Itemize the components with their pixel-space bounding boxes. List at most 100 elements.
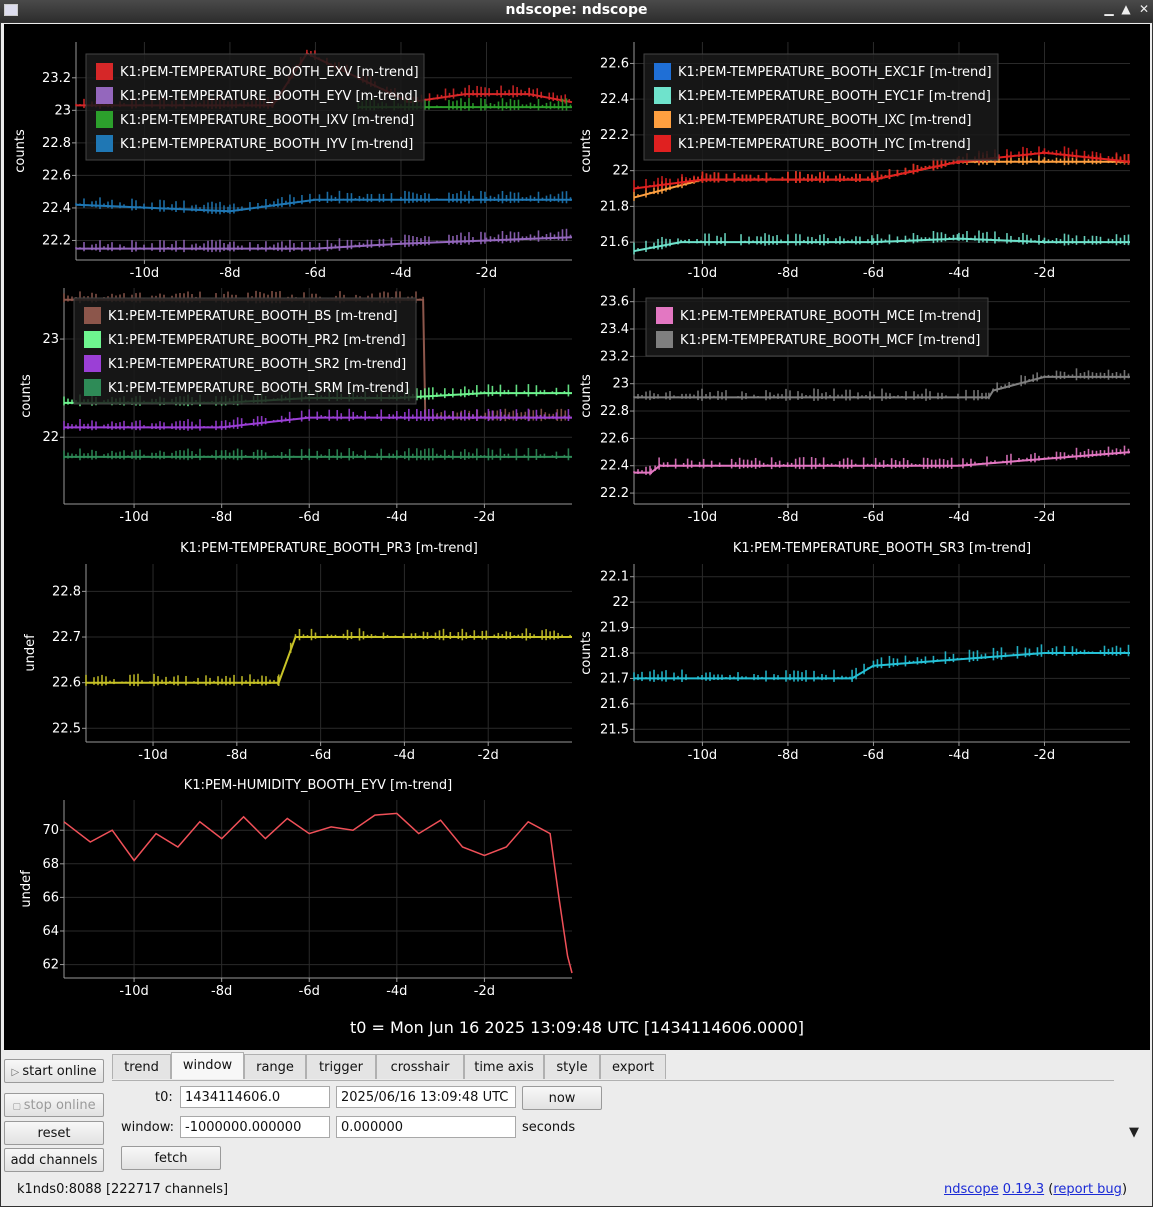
legend-label: K1:PEM-TEMPERATURE_BOOTH_IYC [m-trend] — [678, 137, 971, 152]
y-tick-label: 22.8 — [600, 404, 629, 419]
version-link[interactable]: 0.19.3 — [1003, 1182, 1044, 1197]
legend-label: K1:PEM-TEMPERATURE_BOOTH_EYC1F [m-trend] — [678, 89, 991, 104]
plot-area: -10d -8d -6d -4d -2d 23.2 23 22.8 22.6 22.4 22.2 co… — [4, 24, 1150, 1050]
tab-range[interactable]: range — [244, 1054, 306, 1079]
y-tick-label: 22 — [612, 164, 629, 179]
y-tick-label: 23.2 — [42, 71, 71, 86]
plot-title: K1:PEM-TEMPERATURE_BOOTH_SR3 [m-trend] — [733, 541, 1031, 556]
series-line — [634, 451, 1131, 474]
add-channels-button[interactable]: add channels — [4, 1148, 104, 1172]
x-tick-label: -4d — [948, 510, 969, 525]
now-button[interactable]: now — [522, 1086, 602, 1110]
x-tick-label: -10d — [688, 510, 718, 525]
series-line — [63, 812, 573, 974]
x-tick-label: -10d — [138, 748, 168, 763]
y-tick-label: 68 — [42, 857, 59, 872]
x-tick-label: -6d — [863, 748, 884, 763]
legend-label: K1:PEM-TEMPERATURE_BOOTH_IYV [m-trend] — [120, 137, 413, 152]
y-tick-label: 22.6 — [600, 56, 629, 71]
legend-swatch — [84, 331, 101, 348]
fetch-button[interactable]: fetch — [121, 1146, 221, 1170]
stop-online-button[interactable]: ▢ stop online — [4, 1093, 104, 1117]
legend-label: K1:PEM-TEMPERATURE_BOOTH_SRM [m-trend] — [108, 381, 409, 396]
y-tick-label: 22.2 — [42, 233, 71, 248]
legend-label: K1:PEM-TEMPERATURE_BOOTH_SR2 [m-trend] — [108, 357, 406, 372]
y-tick-label: 22.1 — [600, 570, 629, 585]
y-tick-label: 22.4 — [42, 201, 71, 216]
x-tick-label: -8d — [777, 266, 798, 281]
legend-swatch — [84, 379, 101, 396]
window-start-input[interactable]: -1000000.000000 — [180, 1116, 330, 1138]
legend-label: K1:PEM-TEMPERATURE_BOOTH_IXC [m-trend] — [678, 113, 971, 128]
x-tick-label: -2d — [478, 748, 499, 763]
y-tick-label: 21.8 — [600, 199, 629, 214]
close-icon[interactable]: ✕ — [1137, 2, 1151, 16]
server-address: k1nds0:8088 — [17, 1182, 102, 1197]
scroll-down-icon[interactable]: ▼ — [1129, 1125, 1139, 1140]
series-line — [76, 236, 573, 250]
play-icon: ▷ — [11, 1067, 23, 1078]
reset-button[interactable]: reset — [4, 1121, 104, 1145]
tab-trigger[interactable]: trigger — [306, 1054, 376, 1079]
legend-label: K1:PEM-TEMPERATURE_BOOTH_IXV [m-trend] — [120, 113, 414, 128]
x-tick-label: -10d — [119, 984, 149, 999]
t0-field-label: t0: — [155, 1090, 173, 1105]
legend-swatch — [96, 135, 113, 152]
x-tick-label: -2d — [1034, 266, 1055, 281]
plots-canvas: -10d -8d -6d -4d -2d 23.2 23 22.8 22.6 22.4 22.2 co… — [13, 42, 1131, 999]
y-tick-label: 23.4 — [600, 322, 629, 337]
start-online-button[interactable]: ▷ start online — [4, 1059, 104, 1083]
ndscope-link[interactable]: ndscope — [944, 1182, 999, 1197]
y-tick-label: 22 — [42, 430, 59, 445]
x-tick-label: -2d — [1034, 510, 1055, 525]
tab-style[interactable]: style — [544, 1054, 600, 1079]
window-end-input[interactable]: 0.000000 — [336, 1116, 516, 1138]
x-tick-label: -8d — [219, 266, 240, 281]
x-tick-label: -4d — [394, 748, 415, 763]
legend-swatch — [96, 87, 113, 104]
minimize-icon[interactable]: ▁ — [1102, 2, 1116, 16]
seconds-label: seconds — [522, 1120, 576, 1135]
plot-title: K1:PEM-TEMPERATURE_BOOTH_PR3 [m-trend] — [180, 541, 478, 556]
y-axis-label: counts — [579, 374, 594, 418]
legend-label: K1:PEM-TEMPERATURE_BOOTH_EXC1F [m-trend] — [678, 65, 992, 80]
tab-window[interactable]: window — [171, 1052, 244, 1079]
x-tick-label: -8d — [211, 984, 232, 999]
y-tick-label: 22.5 — [52, 721, 81, 736]
report-bug-link[interactable]: report bug — [1053, 1182, 1122, 1197]
x-tick-label: -6d — [299, 510, 320, 525]
tab-crosshair[interactable]: crosshair — [376, 1054, 464, 1079]
x-tick-label: -8d — [777, 510, 798, 525]
tab-trend[interactable]: trend — [112, 1054, 171, 1079]
y-tick-label: 22.2 — [600, 128, 629, 143]
x-tick-label: -2d — [476, 266, 497, 281]
x-tick-label: -4d — [948, 748, 969, 763]
y-axis-label: counts — [579, 129, 594, 173]
y-tick-label: 22.6 — [600, 431, 629, 446]
legend-swatch — [96, 63, 113, 80]
stop-online-label: stop online — [23, 1098, 96, 1113]
x-tick-label: -4d — [390, 266, 411, 281]
legend-label: K1:PEM-TEMPERATURE_BOOTH_MCF [m-trend] — [680, 333, 980, 348]
y-tick-label: 22.7 — [52, 630, 81, 645]
x-tick-label: -4d — [386, 984, 407, 999]
legend-label: K1:PEM-TEMPERATURE_BOOTH_PR2 [m-trend] — [108, 333, 406, 348]
t0-gps-input[interactable]: 1434114606.0 — [180, 1086, 330, 1108]
x-tick-label: -10d — [130, 266, 160, 281]
channel-count: [222717 channels] — [105, 1182, 229, 1197]
t0-utc-input[interactable]: 2025/06/16 13:09:48 UTC — [336, 1086, 516, 1108]
window-title: ndscope: ndscope — [505, 2, 648, 18]
control-panel: ▷ start online ▢ stop online reset add c… — [4, 1051, 1150, 1201]
tab-time-axis[interactable]: time axis — [464, 1054, 544, 1079]
y-tick-label: 64 — [42, 924, 59, 939]
maximize-icon[interactable]: ▲ — [1119, 2, 1133, 16]
y-tick-label: 21.8 — [600, 646, 629, 661]
y-tick-label: 22.4 — [600, 92, 629, 107]
x-tick-label: -4d — [948, 266, 969, 281]
y-tick-label: 22.6 — [42, 168, 71, 183]
y-tick-label: 23.2 — [600, 349, 629, 364]
tab-export[interactable]: export — [600, 1054, 666, 1079]
series-line — [86, 636, 572, 684]
y-tick-label: 62 — [42, 958, 59, 973]
legend-swatch — [84, 307, 101, 324]
